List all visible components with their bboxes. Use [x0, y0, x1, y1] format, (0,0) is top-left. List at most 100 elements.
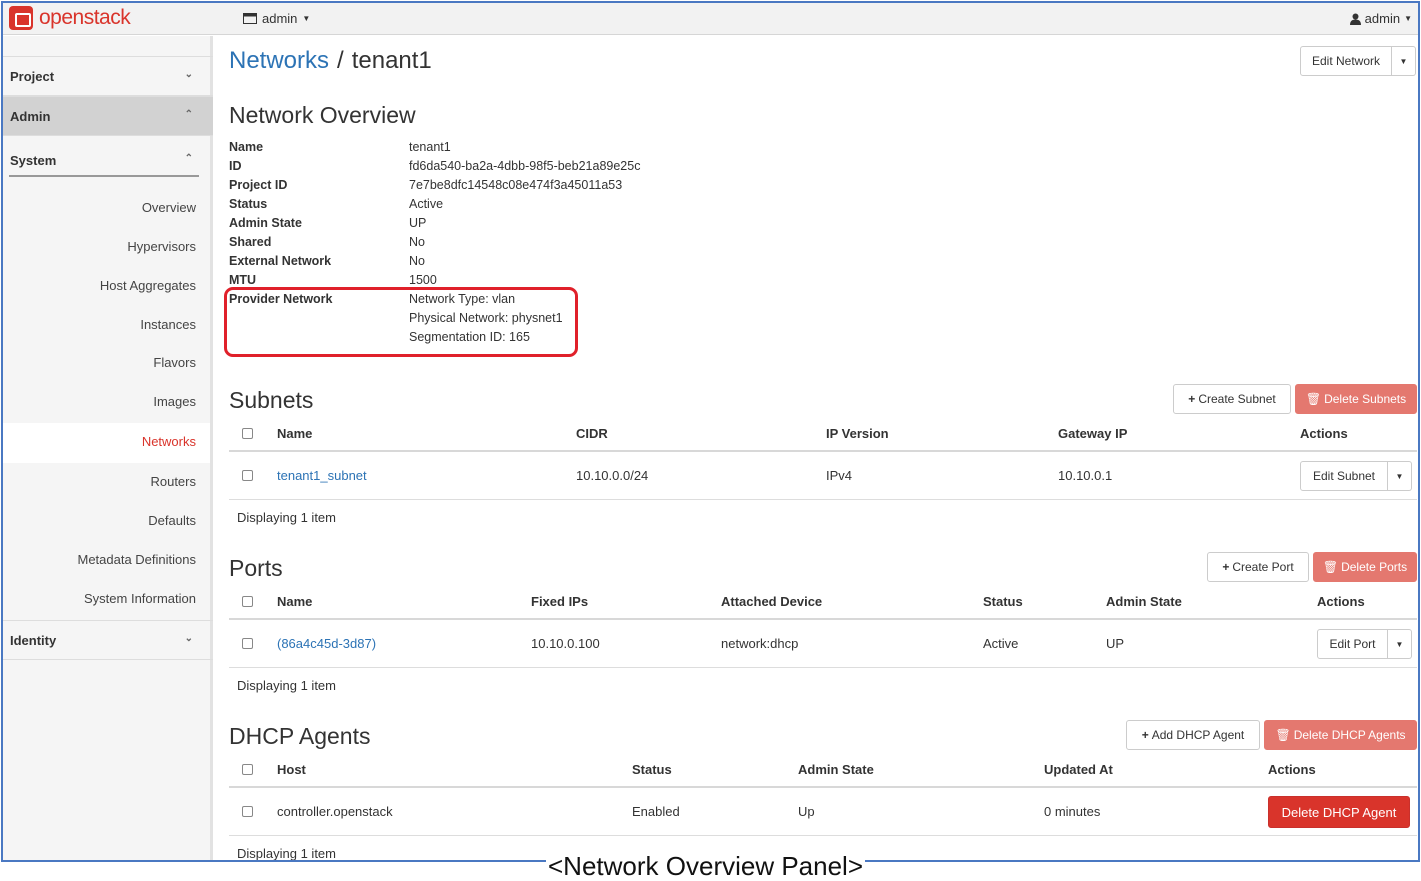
caret-down-icon: ▼: [1395, 471, 1404, 481]
project-window-icon: [243, 13, 257, 24]
subnets-title: Subnets: [229, 387, 314, 413]
overview-value-name: tenant1: [409, 140, 451, 154]
create-port-button[interactable]: + Create Port: [1207, 552, 1309, 582]
select-all-ports-checkbox[interactable]: [242, 595, 253, 607]
subnets-item-count: Displaying 1 item: [237, 510, 336, 525]
project-selector[interactable]: admin ▼: [243, 11, 310, 26]
trash-icon: 🗑: [1322, 560, 1339, 574]
chevron-down-icon: ⌄: [184, 633, 193, 644]
openstack-logo[interactable]: openstack: [9, 6, 131, 30]
sidebar-item-routers[interactable]: Routers: [6, 474, 196, 489]
table-row: controller.openstack Enabled Up 0 minute…: [229, 788, 1417, 836]
create-port-label: Create Port: [1232, 560, 1294, 574]
sidebar-identity[interactable]: Identity ⌄: [3, 620, 213, 660]
subnet-ip-version: IPv4: [826, 468, 853, 483]
breadcrumb-separator: /: [337, 47, 344, 74]
col-header-status[interactable]: Status: [983, 584, 1023, 618]
edit-network-button[interactable]: Edit Network: [1300, 46, 1392, 76]
sidebar-project[interactable]: Project ⌄: [3, 56, 213, 96]
ports-table-header: Name Fixed IPs Attached Device Status Ad…: [229, 584, 1417, 620]
sidebar-project-label: Project: [10, 69, 55, 84]
ports-item-count: Displaying 1 item: [237, 678, 336, 693]
user-menu[interactable]: admin ▼: [1349, 11, 1412, 26]
caret-down-icon: ▼: [302, 14, 311, 23]
col-header-status[interactable]: Status: [632, 752, 672, 786]
add-dhcp-agent-label: Add DHCP Agent: [1151, 728, 1245, 742]
overview-value-shared: No: [409, 235, 425, 249]
overview-value-project-id: 7e7be8dfc14548c08e474f3a45011a53: [409, 178, 623, 192]
sidebar-item-metadata-definitions[interactable]: Metadata Definitions: [6, 552, 196, 567]
sidebar-item-host-aggregates[interactable]: Host Aggregates: [6, 278, 196, 293]
window-frame: openstack admin ▼ admin ▼ Project ⌄ Admi…: [1, 1, 1420, 862]
col-header-gateway-ip[interactable]: Gateway IP: [1058, 416, 1127, 450]
sidebar-item-hypervisors[interactable]: Hypervisors: [6, 239, 196, 254]
dhcp-item-count: Displaying 1 item: [237, 846, 336, 861]
col-header-host[interactable]: Host: [277, 752, 306, 786]
system-divider: [9, 175, 199, 177]
sidebar-admin[interactable]: Admin ⌃: [3, 96, 213, 136]
overview-value-status: Active: [409, 197, 444, 211]
col-header-actions: Actions: [1317, 593, 1365, 609]
select-all-dhcp-checkbox[interactable]: [242, 763, 253, 775]
edit-port-button[interactable]: Edit Port: [1317, 629, 1388, 659]
network-overview-title: Network Overview: [229, 102, 416, 128]
add-dhcp-agent-button[interactable]: + Add DHCP Agent: [1126, 720, 1260, 750]
caret-down-icon: ▼: [1395, 639, 1404, 649]
row-checkbox[interactable]: [242, 806, 253, 817]
overview-value-mtu: 1500: [409, 273, 437, 287]
port-name-link[interactable]: (86a4c45d-3d87): [277, 620, 376, 667]
overview-label-external-network: External Network: [229, 254, 332, 268]
breadcrumb-networks-link[interactable]: Networks: [229, 47, 329, 74]
create-subnet-button[interactable]: + Create Subnet: [1173, 384, 1291, 414]
overview-value-id: fd6da540-ba2a-4dbb-98f5-beb21a89e25c: [409, 159, 641, 173]
overview-label-mtu: MTU: [229, 273, 257, 287]
row-checkbox[interactable]: [242, 470, 253, 481]
delete-dhcp-agents-button[interactable]: 🗑 Delete DHCP Agents: [1264, 720, 1417, 750]
row-checkbox[interactable]: [242, 638, 253, 649]
col-header-actions: Actions: [1300, 425, 1348, 441]
chevron-up-icon: ⌃: [184, 153, 193, 164]
delete-subnets-button[interactable]: 🗑 Delete Subnets: [1295, 384, 1417, 414]
col-header-admin-state[interactable]: Admin State: [798, 752, 874, 786]
trash-icon: 🗑: [1305, 392, 1322, 406]
sidebar-item-instances[interactable]: Instances: [6, 317, 196, 332]
select-all-subnets-checkbox[interactable]: [242, 427, 253, 439]
delete-dhcp-agent-button[interactable]: Delete DHCP Agent: [1268, 796, 1410, 828]
subnets-table-header: Name CIDR IP Version Gateway IP Actions: [229, 416, 1417, 452]
col-header-cidr[interactable]: CIDR: [576, 416, 608, 450]
openstack-logo-icon: [9, 6, 33, 30]
col-header-admin-state[interactable]: Admin State: [1106, 584, 1182, 618]
col-header-name[interactable]: Name: [277, 416, 312, 450]
col-header-attached-device[interactable]: Attached Device: [721, 584, 822, 618]
plus-icon: +: [1222, 560, 1230, 574]
table-row: tenant1_subnet 10.10.0.0/24 IPv4 10.10.0…: [229, 452, 1417, 500]
breadcrumb: Networks / tenant1: [229, 47, 432, 75]
col-header-fixed-ips[interactable]: Fixed IPs: [531, 584, 588, 618]
col-header-actions: Actions: [1268, 761, 1316, 777]
chevron-up-icon: ⌃: [184, 109, 193, 120]
delete-ports-button[interactable]: 🗑 Delete Ports: [1313, 552, 1417, 582]
subnet-name-link[interactable]: tenant1_subnet: [277, 452, 367, 499]
col-header-ip-version[interactable]: IP Version: [826, 416, 889, 450]
sidebar-item-flavors[interactable]: Flavors: [6, 355, 196, 370]
sidebar-item-images[interactable]: Images: [6, 394, 196, 409]
user-icon: [1349, 13, 1361, 25]
edit-subnet-button[interactable]: Edit Subnet: [1300, 461, 1388, 491]
user-menu-label: admin: [1364, 11, 1401, 26]
col-header-updated-at[interactable]: Updated At: [1044, 752, 1113, 786]
sidebar-item-defaults[interactable]: Defaults: [6, 513, 196, 528]
caret-down-icon: ▼: [1404, 14, 1412, 23]
dhcp-agents-title: DHCP Agents: [229, 723, 371, 749]
edit-subnet-dropdown-toggle[interactable]: ▼: [1388, 461, 1412, 491]
dhcp-table-header: Host Status Admin State Updated At Actio…: [229, 752, 1417, 788]
port-attached-device: network:dhcp: [721, 636, 799, 651]
col-header-name[interactable]: Name: [277, 584, 312, 618]
delete-dhcp-agents-label: Delete DHCP Agents: [1293, 728, 1406, 742]
edit-port-dropdown-toggle[interactable]: ▼: [1388, 629, 1412, 659]
sidebar-item-networks[interactable]: Networks: [3, 423, 210, 463]
edit-network-dropdown-toggle[interactable]: ▼: [1392, 46, 1416, 76]
sidebar: Project ⌄ Admin ⌃ System ⌃ Overview Hype…: [3, 36, 213, 860]
sidebar-item-system-information[interactable]: System Information: [6, 591, 196, 606]
breadcrumb-current: tenant1: [351, 47, 432, 74]
sidebar-item-overview[interactable]: Overview: [6, 200, 196, 215]
